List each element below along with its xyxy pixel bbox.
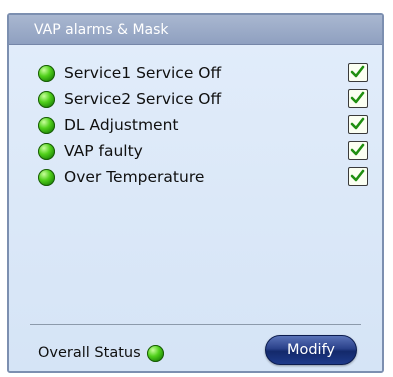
checkmark-icon [350,91,365,104]
alarm-row-over-temperature: Over Temperature [38,164,368,190]
overall-status-led-icon [146,344,164,362]
alarm-label: DL Adjustment [64,116,179,134]
vap-alarms-panel: VAP alarms & Mask Service1 Service Off S… [7,13,384,373]
status-led-icon [38,90,55,108]
alarm-label: Service1 Service Off [64,64,222,82]
alarm-row-vap-faulty: VAP faulty [38,138,368,164]
alarm-list: Service1 Service Off Service2 Service Of… [38,60,368,190]
status-led-icon [38,168,55,186]
divider [30,324,361,325]
checkmark-icon [350,65,365,78]
panel-body: Service1 Service Off Service2 Service Of… [9,45,382,371]
alarm-row-service2: Service2 Service Off [38,86,368,112]
mask-checkbox[interactable] [348,141,368,160]
mask-checkbox[interactable] [348,63,368,82]
status-led-icon [38,64,55,82]
alarm-label: Service2 Service Off [64,90,222,108]
status-led-icon [38,142,55,160]
overall-status: Overall Status [38,340,164,366]
mask-checkbox[interactable] [348,115,368,134]
alarm-row-service1: Service1 Service Off [38,60,368,86]
overall-status-label: Overall Status [38,345,141,361]
alarm-label: Over Temperature [64,168,205,186]
status-led-icon [38,116,55,134]
checkmark-icon [350,117,365,130]
modify-button[interactable]: Modify [265,335,357,365]
panel-title: VAP alarms & Mask [9,15,382,45]
checkmark-icon [350,169,365,182]
alarm-row-dl-adjustment: DL Adjustment [38,112,368,138]
mask-checkbox[interactable] [348,89,368,108]
checkmark-icon [350,143,365,156]
alarm-label: VAP faulty [64,142,143,160]
mask-checkbox[interactable] [348,167,368,186]
